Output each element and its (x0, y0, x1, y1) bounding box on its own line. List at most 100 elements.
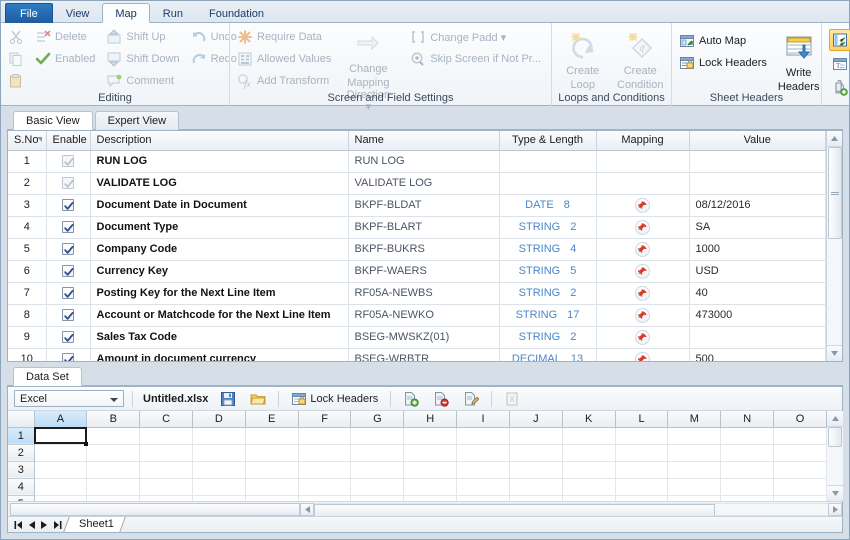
cell-B4[interactable] (87, 478, 140, 495)
enable-checkbox[interactable] (62, 177, 74, 189)
write-headers-button[interactable]: Write Headers (778, 30, 820, 93)
cell-M3[interactable] (668, 461, 721, 478)
cell-value[interactable]: 08/12/2016 (689, 194, 826, 216)
cell-enable[interactable] (46, 304, 90, 326)
column-header-sno[interactable]: S.No (8, 131, 46, 150)
cell-M2[interactable] (668, 444, 721, 461)
cell-A1[interactable] (34, 427, 87, 444)
cell-K2[interactable] (562, 444, 615, 461)
enable-checkbox[interactable] (62, 155, 74, 167)
cell-O2[interactable] (774, 444, 827, 461)
row-header-4[interactable]: 4 (8, 478, 34, 495)
dataset-lock-headers-button[interactable]: Lock Headers (287, 389, 382, 409)
enable-checkbox[interactable] (62, 243, 74, 255)
cell-value[interactable]: SA (689, 216, 826, 238)
column-header-N[interactable]: N (721, 411, 774, 427)
cell-K1[interactable] (562, 427, 615, 444)
cell-F4[interactable] (298, 478, 351, 495)
column-header-value[interactable]: Value (689, 131, 826, 150)
cell-enable[interactable] (46, 282, 90, 304)
enabled-button[interactable]: Enabled (33, 48, 100, 70)
ribbon-tab-view[interactable]: View (53, 3, 103, 23)
cell-enable[interactable] (46, 238, 90, 260)
column-header-B[interactable]: B (87, 411, 140, 427)
cell-mapping[interactable] (596, 304, 689, 326)
tab-expert-view[interactable]: Expert View (95, 111, 180, 130)
cell-value[interactable]: 473000 (689, 304, 826, 326)
require-data-button[interactable]: Require Data (235, 26, 336, 48)
table-row[interactable]: 6Currency KeyBKPF-WAERSSTRING5USD (8, 260, 826, 282)
mapping-pin-button[interactable] (635, 242, 650, 257)
select-all-corner[interactable] (8, 411, 34, 427)
enable-checkbox[interactable] (62, 331, 74, 343)
cell-A2[interactable] (34, 444, 87, 461)
column-header-description[interactable]: Description (90, 131, 348, 150)
cell-enable[interactable] (46, 348, 90, 361)
column-header-M[interactable]: M (668, 411, 721, 427)
cell-D4[interactable] (192, 478, 245, 495)
table-row[interactable]: 10Amount in document currencyBSEG-WRBTRD… (8, 348, 826, 361)
ribbon-tab-run[interactable]: Run (150, 3, 196, 23)
cell-mapping[interactable] (596, 216, 689, 238)
column-header-O[interactable]: O (774, 411, 827, 427)
tab-basic-view[interactable]: Basic View (13, 111, 93, 130)
cell-mapping[interactable] (596, 260, 689, 282)
create-condition-button[interactable]: if Create Condition (615, 28, 667, 91)
skip-screen-button[interactable]: Skip Screen if Not Pr... (408, 48, 546, 70)
cell-enable[interactable] (46, 326, 90, 348)
cell-O1[interactable] (774, 427, 827, 444)
export-excel-button[interactable]: X (500, 389, 524, 409)
cell-J2[interactable] (509, 444, 562, 461)
next-sheet-button[interactable] (38, 518, 51, 531)
table-row[interactable]: 9Sales Tax CodeBSEG-MWSKZ(01)STRING2 (8, 326, 826, 348)
cell-A4[interactable] (34, 478, 87, 495)
cell-C1[interactable] (140, 427, 193, 444)
cell-enable[interactable] (46, 194, 90, 216)
cell-I4[interactable] (457, 478, 510, 495)
sheet-scroll-up-button[interactable] (827, 411, 843, 427)
auto-map-button[interactable]: Auto Map (677, 30, 772, 52)
cell-enable[interactable] (46, 216, 90, 238)
cell-J4[interactable] (509, 478, 562, 495)
column-header-type-length[interactable]: Type & Length (499, 131, 596, 150)
cell-H4[interactable] (404, 478, 457, 495)
column-header-D[interactable]: D (192, 411, 245, 427)
show-mapping-panel-button[interactable] (829, 29, 850, 51)
row-header-2[interactable]: 2 (8, 444, 34, 461)
cell-C2[interactable] (140, 444, 193, 461)
cell-J3[interactable] (509, 461, 562, 478)
mapping-pin-button[interactable] (635, 286, 650, 301)
remove-sheet-button[interactable] (429, 389, 453, 409)
cell-O4[interactable] (774, 478, 827, 495)
cell-G3[interactable] (351, 461, 404, 478)
enable-checkbox[interactable] (62, 287, 74, 299)
first-sheet-button[interactable] (12, 518, 25, 531)
paste-button[interactable] (6, 70, 29, 92)
mapping-pin-button[interactable] (635, 264, 650, 279)
edit-sheet-button[interactable] (459, 389, 483, 409)
sheet-hscroll-thumb[interactable] (314, 504, 715, 517)
sheet-scroll-right-button[interactable] (828, 503, 842, 516)
cell-F2[interactable] (298, 444, 351, 461)
column-header-enable[interactable]: Enable (46, 131, 90, 150)
cell-N2[interactable] (721, 444, 774, 461)
table-row[interactable]: 1RUN LOGRUN LOG (8, 150, 826, 172)
column-header-E[interactable]: E (245, 411, 298, 427)
cell-F3[interactable] (298, 461, 351, 478)
save-button[interactable] (216, 389, 240, 409)
sheet-scroll-thumb[interactable] (828, 427, 842, 447)
allowed-values-button[interactable]: Allowed Values (235, 48, 336, 70)
cell-G2[interactable] (351, 444, 404, 461)
cell-H2[interactable] (404, 444, 457, 461)
cell-value[interactable]: 1000 (689, 238, 826, 260)
cell-N3[interactable] (721, 461, 774, 478)
cell-I2[interactable] (457, 444, 510, 461)
shift-up-button[interactable]: Shift Up (104, 26, 184, 48)
cell-E4[interactable] (245, 478, 298, 495)
add-sheet-button[interactable] (399, 389, 423, 409)
cell-M1[interactable] (668, 427, 721, 444)
cell-value[interactable]: USD (689, 260, 826, 282)
table-row[interactable]: 8Account or Matchcode for the Next Line … (8, 304, 826, 326)
mapping-grid-vertical-scrollbar[interactable] (826, 131, 842, 361)
mapping-pin-button[interactable] (635, 330, 650, 345)
